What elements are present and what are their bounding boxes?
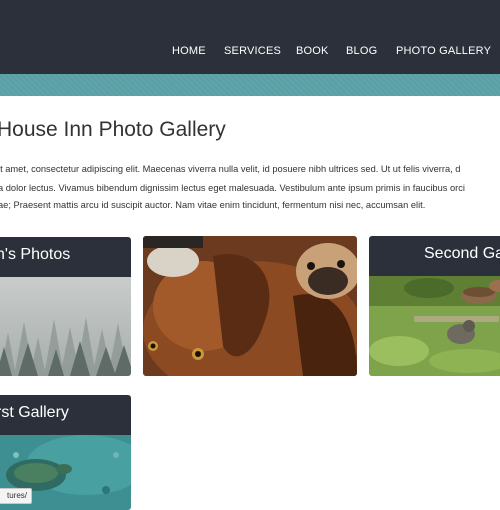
gallery-card-header: rst Gallery xyxy=(0,395,131,435)
gallery-card-title: Second Ga xyxy=(424,245,500,262)
nav-blog[interactable]: BLOG xyxy=(346,45,377,57)
nav-photo-gallery[interactable]: PHOTO GALLERY xyxy=(396,45,491,57)
page-title: House Inn Photo Gallery xyxy=(0,118,226,141)
nav-book[interactable]: BOOK xyxy=(296,45,329,57)
nav-services[interactable]: SERVICES xyxy=(224,45,281,57)
site-header: HOME SERVICES BOOK BLOG PHOTO GALLERY xyxy=(0,0,500,74)
misty-forest-photo xyxy=(0,277,131,376)
intro-line-3: ae; Praesent mattis arcu id suscipit auc… xyxy=(0,200,426,210)
intro-line-1: it amet, consectetur adipiscing elit. Ma… xyxy=(0,164,461,174)
gallery-card-3[interactable]: Second Ga xyxy=(369,236,500,376)
gallery-card-2[interactable] xyxy=(143,236,357,376)
status-url-tooltip: tures/ xyxy=(0,488,33,504)
gallery-card-title: rst Gallery xyxy=(0,404,69,421)
nav-home[interactable]: HOME xyxy=(172,45,206,57)
garden-cat-photo xyxy=(369,276,500,376)
gallery-card-header: n's Photos xyxy=(0,237,131,277)
gallery-card-header: Second Ga xyxy=(369,236,500,276)
intro-line-2: a dolor lectus. Vivamus bibendum digniss… xyxy=(0,183,465,193)
gallery-card-1[interactable]: n's Photos xyxy=(0,237,131,376)
header-stripe xyxy=(0,74,500,96)
dogs-photo xyxy=(143,236,357,376)
gallery-card-title: n's Photos xyxy=(0,246,71,263)
